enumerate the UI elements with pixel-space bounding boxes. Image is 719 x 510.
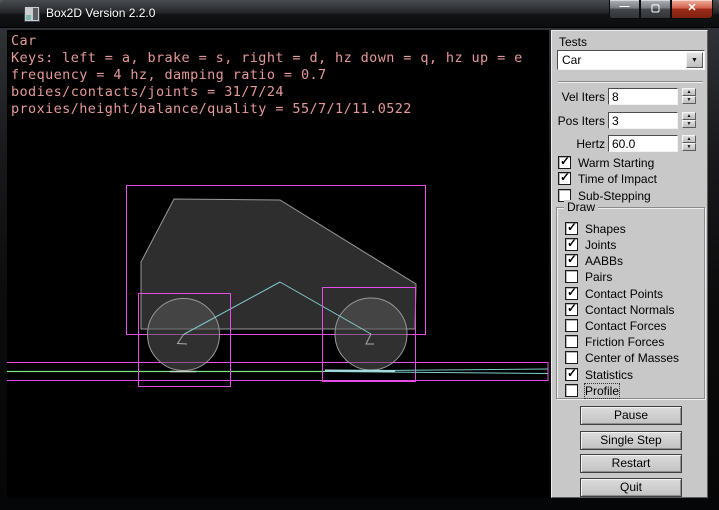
checkbox-box[interactable]: ✓ [558,172,571,185]
pos-iters-input[interactable] [608,112,678,129]
checkbox-label: Pairs [585,270,612,284]
spin-down-icon[interactable]: ▼ [682,96,696,104]
window-title: Box2D Version 2.2.0 [46,0,155,28]
vel-iters-input[interactable] [608,88,678,105]
checkbox-box[interactable]: ✓ [565,222,578,235]
checkbox-label: Center of Masses [585,351,679,365]
checkbox-label: Time of Impact [578,172,657,186]
checkbox-box[interactable]: ✓ [565,303,578,316]
check-icon: ✓ [567,301,577,315]
close-icon: ✕ [687,2,696,14]
app-window: Box2D Version 2.2.0 — ▢ ✕ [0,0,719,510]
restart-button[interactable]: Restart [580,454,682,473]
checkbox-box[interactable] [565,270,578,283]
checkbox-box[interactable] [565,384,578,397]
checkbox-box[interactable] [565,351,578,364]
frequency-line: frequency = 4 hz, damping ratio = 0.7 [11,67,327,83]
check-icon: ✓ [560,170,570,184]
checkbox-box[interactable] [565,335,578,348]
bodies-stats: bodies/contacts/joints = 31/7/24 [11,84,284,100]
check-icon: ✓ [567,252,577,266]
check-icon: ✓ [567,366,577,380]
tests-selected-value: Car [562,53,581,67]
vel-iters-stepper[interactable]: ▲ ▼ [682,88,696,105]
maximize-button[interactable]: ▢ [640,0,671,19]
check-icon: ✓ [567,285,577,299]
keys-help: Keys: left = a, brake = s, right = d, hz… [11,50,523,66]
checkbox-box[interactable]: ✓ [565,254,578,267]
checkbox-box[interactable]: ✓ [565,287,578,300]
checkbox-label: Contact Forces [585,319,666,333]
minimize-icon: — [620,1,630,12]
spin-down-icon[interactable]: ▼ [682,143,696,151]
test-title: Car [11,33,37,49]
checkbox-label: Friction Forces [585,335,664,349]
title-bar[interactable]: Box2D Version 2.2.0 — ▢ ✕ [0,0,719,28]
bridge-joint-line [325,372,548,374]
checkbox-box[interactable]: ✓ [565,368,578,381]
chevron-down-icon: ▼ [691,57,698,64]
simulation-canvas[interactable]: Car Keys: left = a, brake = s, right = d… [7,30,549,498]
hertz-label: Hertz [552,137,605,151]
checkbox-label: Shapes [585,222,626,236]
checkbox-label: Contact Points [585,287,663,301]
vel-iters-label: Vel Iters [552,90,605,104]
joint-overlap-segment [325,371,395,372]
pos-iters-label: Pos Iters [552,114,605,128]
checkbox-label: Statistics [585,368,633,382]
checkbox-label: AABBs [585,254,623,268]
hertz-input[interactable] [608,135,678,152]
draw-group-title: Draw [564,200,598,214]
checkbox-box[interactable]: ✓ [565,238,578,251]
check-icon: ✓ [560,154,570,168]
checkbox-label: Joints [585,238,616,252]
single-step-button[interactable]: Single Step [580,431,682,450]
tests-label: Tests [559,35,587,49]
checkbox-label: Profile [585,384,619,398]
pause-button[interactable]: Pause [580,406,682,425]
tests-dropdown[interactable]: Car ▼ [557,50,705,70]
vel-iters-row: Vel Iters ▲ ▼ [552,88,709,105]
control-panel: Tests Car ▼ Vel Iters ▲ ▼ Pos Iters ▲ ▼ … [551,30,708,498]
dropdown-button[interactable]: ▼ [686,52,703,68]
draw-group: Draw ✓ Shapes ✓ Joints ✓ AABBs Pairs ✓ C… [556,207,705,399]
quit-button[interactable]: Quit [580,478,682,497]
checkbox-box[interactable] [565,319,578,332]
checkbox-label: Contact Normals [585,303,674,317]
spin-up-icon[interactable]: ▲ [682,135,696,143]
spin-up-icon[interactable]: ▲ [682,112,696,120]
pos-iters-row: Pos Iters ▲ ▼ [552,112,709,129]
check-icon: ✓ [567,220,577,234]
hertz-stepper[interactable]: ▲ ▼ [682,135,696,152]
separator [558,81,703,83]
checkbox-box[interactable]: ✓ [558,156,571,169]
pos-iters-stepper[interactable]: ▲ ▼ [682,112,696,129]
debug-stats-text: Car Keys: left = a, brake = s, right = d… [11,33,523,118]
proxies-stats: proxies/height/balance/quality = 55/7/1/… [11,101,412,117]
spin-down-icon[interactable]: ▼ [682,120,696,128]
app-icon [24,6,40,22]
hertz-row: Hertz ▲ ▼ [552,135,709,152]
maximize-icon: ▢ [651,3,660,14]
minimize-button[interactable]: — [609,0,640,19]
close-button[interactable]: ✕ [671,0,713,19]
check-icon: ✓ [567,236,577,250]
spin-up-icon[interactable]: ▲ [682,88,696,96]
checkbox-label: Warm Starting [578,156,654,170]
